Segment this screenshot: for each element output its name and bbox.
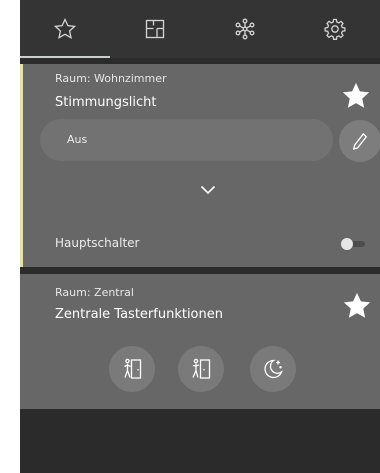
scene-value-field[interactable]: Aus xyxy=(40,119,333,161)
night-function-button[interactable] xyxy=(250,346,296,392)
chevron-down-icon xyxy=(200,185,216,195)
star-filled-icon xyxy=(343,292,371,318)
tab-settings[interactable] xyxy=(290,0,380,58)
card-title: Stimmungslicht xyxy=(55,95,157,110)
pencil-icon xyxy=(352,132,368,150)
edit-button[interactable] xyxy=(339,120,380,162)
favorite-star-button[interactable] xyxy=(341,81,371,111)
tab-rooms[interactable] xyxy=(110,0,200,58)
enter-function-button[interactable] xyxy=(109,346,155,392)
star-filled-icon xyxy=(342,82,370,108)
leave-function-button[interactable] xyxy=(178,346,224,392)
card-title: Zentrale Tasterfunktionen xyxy=(55,307,223,322)
expand-button[interactable] xyxy=(195,178,221,202)
person-door-enter-icon xyxy=(124,358,142,379)
toggle-knob xyxy=(341,238,353,250)
tab-bar xyxy=(20,0,380,58)
star-icon xyxy=(53,17,77,39)
scene-value: Aus xyxy=(67,133,88,146)
tab-network[interactable] xyxy=(200,0,290,58)
moon-stars-icon xyxy=(264,359,283,379)
main-switch-toggle[interactable] xyxy=(341,238,365,250)
room-label: Raum: Zentral xyxy=(55,286,134,299)
scene-card-zentral: Raum: Zentral Zentrale Tasterfunktionen xyxy=(20,274,380,409)
room-label: Raum: Wohnzimmer xyxy=(55,72,167,85)
favorite-star-button[interactable] xyxy=(342,291,372,321)
app-window: Raum: Wohnzimmer Stimmungslicht Aus Haup… xyxy=(20,0,380,473)
gear-icon xyxy=(324,18,346,40)
network-icon xyxy=(235,18,255,40)
person-door-leave-icon xyxy=(192,358,211,379)
floorplan-icon xyxy=(145,19,165,39)
tab-favorites[interactable] xyxy=(20,0,110,58)
main-switch-label: Hauptschalter xyxy=(55,236,140,250)
scene-card-stimmungslicht: Raum: Wohnzimmer Stimmungslicht Aus Haup… xyxy=(20,64,380,267)
